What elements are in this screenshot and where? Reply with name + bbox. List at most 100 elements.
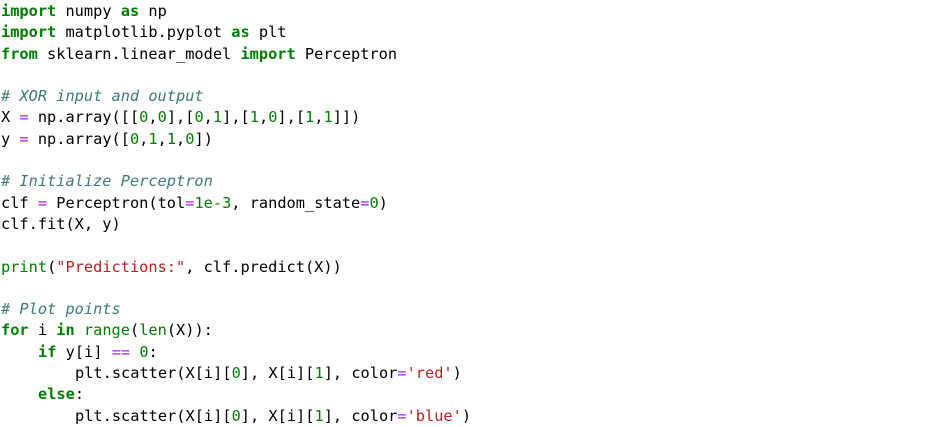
number: 0 bbox=[369, 193, 379, 212]
number: 1 bbox=[323, 108, 333, 127]
code-text: , bbox=[148, 108, 158, 127]
code-text: np.array([ bbox=[28, 129, 130, 148]
code-text: Perceptron bbox=[295, 44, 398, 63]
code-text: sklearn.linear_model bbox=[37, 44, 241, 63]
string: "Predictions:" bbox=[56, 257, 186, 276]
code-text: ],[ bbox=[166, 108, 195, 127]
code-line-1: import numpy as np bbox=[1, 1, 946, 22]
number: 1 bbox=[148, 129, 158, 148]
code-text: plt bbox=[249, 23, 287, 42]
code-text: clf bbox=[1, 193, 38, 212]
keyword: from bbox=[1, 44, 38, 63]
code-line-3: from sklearn.linear_model import Percept… bbox=[1, 44, 946, 65]
builtin: print bbox=[1, 257, 48, 276]
comment: # Plot points bbox=[1, 300, 121, 319]
number: 0 bbox=[157, 108, 167, 127]
code-line-9: # Initialize Perceptron bbox=[1, 171, 946, 192]
code-line-20: plt.scatter(X[i][0], X[i][1], color='blu… bbox=[1, 406, 946, 427]
code-text: plt.scatter(X[i][ bbox=[75, 364, 232, 383]
code-text: ], color bbox=[323, 364, 398, 383]
code-line-17: if y[i] == 0: bbox=[1, 342, 946, 363]
operator: = bbox=[19, 108, 29, 127]
code-text: i bbox=[28, 321, 57, 340]
keyword: for bbox=[1, 321, 29, 340]
code-text: ],[ bbox=[222, 108, 250, 127]
code-text: matplotlib.pyplot bbox=[56, 23, 232, 42]
builtin: len bbox=[139, 321, 167, 340]
code-text: ) bbox=[461, 406, 472, 425]
number: 0 bbox=[139, 342, 149, 361]
code-text: ],[ bbox=[277, 108, 306, 127]
keyword: as bbox=[231, 23, 250, 42]
code-text: ], X[i][ bbox=[240, 406, 315, 425]
code-text: , bbox=[258, 108, 269, 127]
code-editor[interactable]: import numpy as np import matplotlib.pyp… bbox=[0, 0, 946, 426]
code-text: (X)): bbox=[166, 321, 213, 340]
code-text: plt.scatter(X[i][ bbox=[75, 406, 232, 425]
keyword: else bbox=[38, 385, 75, 404]
code-text: ]) bbox=[194, 129, 213, 148]
code-line-19: else: bbox=[1, 384, 946, 405]
code-text: ) bbox=[378, 193, 388, 212]
number: 0 bbox=[129, 129, 140, 148]
number: 1 bbox=[166, 129, 177, 148]
number: 1 bbox=[305, 108, 315, 127]
code-line-2: import matplotlib.pyplot as plt bbox=[1, 22, 946, 43]
keyword: in bbox=[56, 321, 75, 340]
string: 'red' bbox=[406, 364, 453, 383]
builtin: range bbox=[83, 321, 130, 340]
code-text: ) bbox=[452, 364, 462, 383]
code-text: , clf.predict(X)) bbox=[185, 257, 342, 276]
code-text: ], X[i][ bbox=[240, 364, 315, 383]
number: 0 bbox=[194, 108, 204, 127]
operator: = bbox=[19, 129, 29, 148]
code-text: clf.fit(X, y) bbox=[1, 214, 121, 233]
code-text: , bbox=[203, 108, 213, 127]
number: 1 bbox=[314, 364, 324, 383]
number: 0 bbox=[231, 406, 241, 425]
code-text: ( bbox=[47, 257, 57, 276]
code-text: , bbox=[139, 129, 149, 148]
code-line-5: # XOR input and output bbox=[1, 86, 946, 107]
number: 0 bbox=[139, 108, 149, 127]
code-text: : bbox=[148, 342, 158, 361]
comment: # Initialize Perceptron bbox=[1, 172, 213, 191]
number: 0 bbox=[231, 364, 241, 383]
string: 'blue' bbox=[406, 406, 462, 425]
keyword: import bbox=[1, 23, 57, 42]
code-text: np bbox=[139, 2, 167, 20]
code-text: y bbox=[1, 129, 20, 148]
code-block: import numpy as np import matplotlib.pyp… bbox=[0, 0, 946, 427]
code-line-18: plt.scatter(X[i][0], X[i][1], color='red… bbox=[1, 363, 946, 384]
code-text: , bbox=[157, 129, 167, 148]
operator: = bbox=[37, 193, 48, 212]
keyword: as bbox=[120, 2, 140, 20]
code-line-13: print("Predictions:", clf.predict(X)) bbox=[1, 257, 946, 278]
code-text: Perceptron(tol bbox=[47, 193, 186, 212]
number: 1 bbox=[212, 108, 223, 127]
code-text: numpy bbox=[56, 2, 121, 20]
code-text: ]]) bbox=[332, 108, 361, 127]
code-line-15: # Plot points bbox=[1, 299, 946, 320]
operator: == bbox=[111, 342, 131, 361]
operator: = bbox=[397, 364, 407, 383]
keyword: if bbox=[38, 342, 57, 361]
code-line-16: for i in range(len(X)): bbox=[1, 320, 946, 341]
code-text: ( bbox=[129, 321, 140, 340]
code-text: : bbox=[74, 385, 85, 404]
code-text: np.array([[ bbox=[28, 108, 140, 127]
keyword: import bbox=[1, 2, 57, 20]
code-text: X bbox=[1, 108, 20, 127]
code-text: , random_state bbox=[231, 193, 361, 212]
code-line-11: clf.fit(X, y) bbox=[1, 214, 946, 235]
number: 1 bbox=[314, 406, 324, 425]
code-line-6: X = np.array([[0,0],[0,1],[1,0],[1,1]]) bbox=[1, 107, 946, 128]
code-line-7: y = np.array([0,1,1,0]) bbox=[1, 129, 946, 150]
code-text: ], color bbox=[323, 406, 398, 425]
code-text: y[i] bbox=[56, 342, 112, 361]
